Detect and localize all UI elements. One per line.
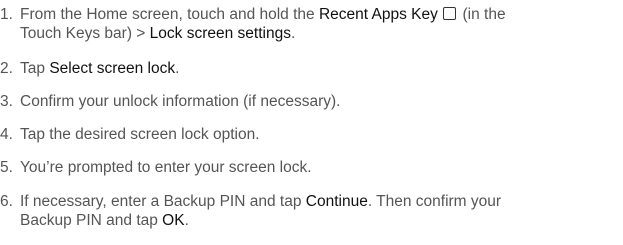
step-4: 4. Tap the desired screen lock option. (0, 125, 600, 144)
step-text: If necessary, enter a Backup PIN and tap (20, 193, 306, 210)
select-screen-lock-label: Select screen lock (49, 60, 176, 77)
step-6-line-1: If necessary, enter a Backup PIN and tap… (0, 192, 600, 211)
step-text: Confirm your unlock information (if nece… (20, 93, 341, 110)
step-6-line-2: Backup PIN and tap OK. (0, 211, 600, 230)
step-6: 6. If necessary, enter a Backup PIN and … (0, 192, 600, 230)
step-text: . (175, 60, 180, 77)
step-2: 2. Tap Select screen lock. (0, 59, 600, 78)
step-number: 4. (0, 126, 13, 143)
recent-apps-key-label: Recent Apps Key (318, 6, 438, 23)
step-text: . (184, 212, 189, 229)
step-text: . Then confirm your (367, 193, 502, 210)
step-number: 6. (0, 193, 13, 210)
step-1: 1. From the Home screen, touch and hold … (0, 5, 600, 43)
step-2-line: Tap Select screen lock. (0, 59, 600, 78)
step-text: From the Home screen, touch and hold the (20, 6, 319, 23)
step-text: Tap (20, 60, 50, 77)
step-5: 5. You’re prompted to enter your screen … (0, 158, 600, 177)
step-text: Touch Keys bar) > (20, 25, 150, 42)
instruction-steps-list: 1. From the Home screen, touch and hold … (0, 0, 623, 245)
step-text: Tap the desired screen lock option. (20, 126, 260, 143)
step-text: (in the (458, 6, 506, 23)
step-number: 1. (0, 6, 13, 23)
step-text: Backup PIN and tap (20, 212, 163, 229)
recent-apps-key-icon (443, 7, 457, 20)
step-number: 3. (0, 93, 13, 110)
step-3: 3. Confirm your unlock information (if n… (0, 92, 600, 111)
lock-screen-settings-label: Lock screen settings (149, 25, 291, 42)
step-1-line-2: Touch Keys bar) > Lock screen settings. (0, 24, 600, 43)
step-text: . (290, 25, 296, 42)
step-number: 2. (0, 60, 13, 77)
step-number: 5. (0, 159, 13, 176)
step-1-line-1: From the Home screen, touch and hold the… (0, 5, 600, 24)
ok-label: OK (162, 212, 185, 229)
continue-label: Continue (305, 193, 368, 210)
step-text: You’re prompted to enter your screen loc… (20, 159, 312, 176)
